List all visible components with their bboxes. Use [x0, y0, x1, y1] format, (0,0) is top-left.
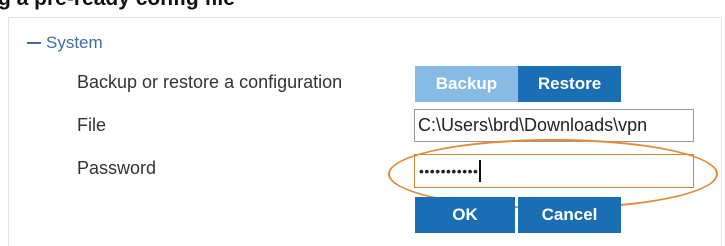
- ok-button[interactable]: OK: [415, 197, 515, 233]
- collapse-minus-icon[interactable]: [27, 42, 41, 44]
- section-title: System: [46, 33, 103, 52]
- cancel-button[interactable]: Cancel: [518, 197, 621, 233]
- backup-button[interactable]: Backup: [415, 66, 518, 102]
- backup-restore-label: Backup or restore a configuration: [77, 72, 343, 92]
- page-heading: g a pre-ready config file: [0, 0, 235, 11]
- file-input[interactable]: C:\Users\brd\Downloads\vpn: [414, 109, 694, 142]
- config-page: g a pre-ready config file System Backup …: [0, 0, 725, 246]
- password-label: Password: [77, 158, 157, 178]
- restore-button[interactable]: Restore: [518, 66, 621, 102]
- file-label: File: [77, 115, 107, 135]
- password-input[interactable]: [414, 154, 694, 188]
- system-section-toggle[interactable]: System: [27, 33, 103, 53]
